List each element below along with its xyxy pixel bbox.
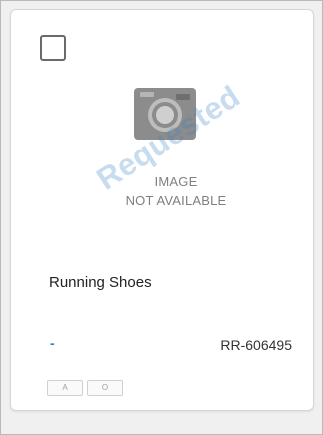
sku-value: RR-606495 <box>220 337 292 353</box>
select-checkbox[interactable] <box>40 35 66 61</box>
product-title[interactable]: Running Shoes <box>49 274 152 291</box>
price-value: - <box>50 335 55 351</box>
image-unavailable-line1: IMAGE <box>154 174 198 189</box>
camera-icon <box>134 88 196 140</box>
badge-a: A <box>47 380 83 396</box>
badge-group: A O <box>47 380 123 396</box>
product-card[interactable]: IMAGE NOT AVAILABLE Requested Running Sh… <box>10 9 314 411</box>
image-unavailable-line2: NOT AVAILABLE <box>125 193 227 208</box>
badge-o: O <box>87 380 123 396</box>
product-card-frame: IMAGE NOT AVAILABLE Requested Running Sh… <box>0 0 323 435</box>
